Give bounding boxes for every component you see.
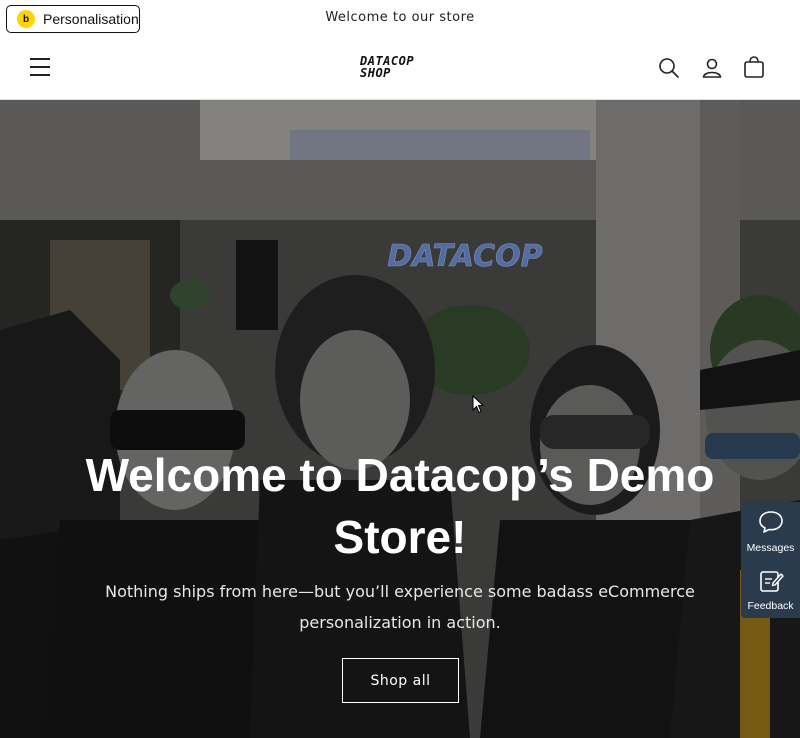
site-logo[interactable]: DATACOP SHOP — [360, 55, 444, 79]
site-header: DATACOP SHOP — [0, 37, 800, 100]
shop-all-button[interactable]: Shop all — [342, 658, 459, 703]
logo-line-2: SHOP — [360, 66, 391, 80]
account-icon[interactable] — [700, 56, 724, 80]
feedback-label: Feedback — [747, 600, 794, 612]
announcement-text: Welcome to our store — [325, 10, 475, 25]
search-icon[interactable] — [657, 56, 681, 80]
hero-subtitle: Nothing ships from here—but you’ll exper… — [105, 582, 695, 632]
side-widget: Messages Feedback — [741, 502, 800, 618]
messages-button[interactable]: Messages — [741, 502, 800, 560]
menu-icon[interactable] — [30, 58, 50, 76]
feedback-button[interactable]: Feedback — [741, 560, 800, 618]
hero-title: Welcome to Datacop’s Demo Store! — [85, 449, 715, 563]
messages-label: Messages — [746, 542, 795, 554]
announcement-bar: b Personalisation Welcome to our store — [0, 0, 800, 38]
mouse-cursor-icon — [472, 395, 485, 414]
feedback-edit-icon — [760, 571, 784, 592]
hero-overlay — [0, 100, 800, 738]
cart-icon[interactable] — [742, 56, 766, 80]
hero-banner: DATACOP Welcome to Datacop’s Demo Store!… — [0, 100, 800, 738]
chat-bubble-icon — [759, 511, 783, 533]
